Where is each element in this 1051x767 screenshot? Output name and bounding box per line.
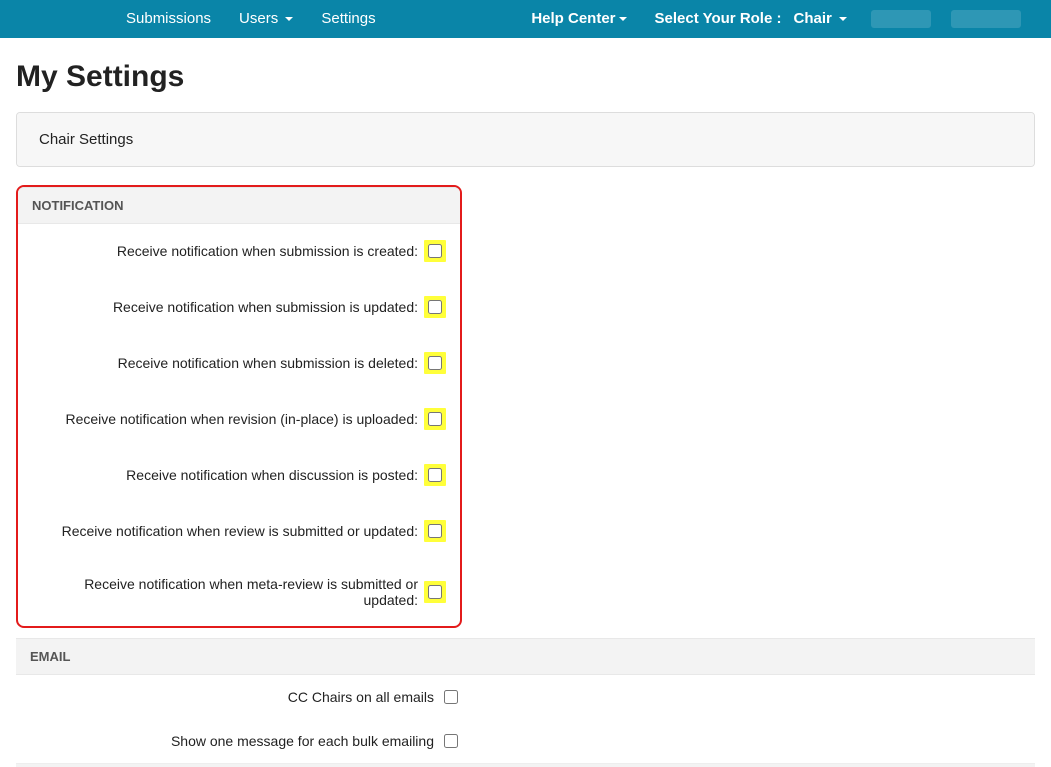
checkbox-wrap — [424, 240, 446, 262]
nav-context-1[interactable] — [871, 10, 931, 28]
notification-checkbox-created[interactable] — [428, 244, 442, 258]
notification-row-review: Receive notification when review is subm… — [18, 504, 460, 560]
page-title: My Settings — [16, 60, 1035, 94]
email-checkbox-bulk-message[interactable] — [444, 734, 458, 748]
notification-row-deleted: Receive notification when submission is … — [18, 336, 460, 392]
notification-checkbox-review[interactable] — [428, 524, 442, 538]
chevron-down-icon — [285, 17, 293, 21]
checkbox-wrap — [444, 690, 458, 704]
notification-checkbox-discussion[interactable] — [428, 468, 442, 482]
role-label: Select Your Role : — [641, 0, 788, 38]
checkbox-wrap — [424, 581, 446, 603]
notification-label-created: Receive notification when submission is … — [117, 243, 418, 259]
notification-checkbox-meta-review[interactable] — [428, 585, 442, 599]
notification-label-meta-review: Receive notification when meta-review is… — [32, 576, 418, 608]
notification-checkbox-revision[interactable] — [428, 412, 442, 426]
nav-submissions[interactable]: Submissions — [112, 0, 225, 38]
notification-row-created: Receive notification when submission is … — [18, 224, 460, 280]
notification-label-review: Receive notification when review is subm… — [62, 523, 418, 539]
notification-section: NOTIFICATION Receive notification when s… — [16, 185, 462, 628]
role-label-text: Select Your Role : — [655, 10, 782, 27]
email-header: EMAIL — [16, 638, 1035, 675]
navbar-right: Help Center Select Your Role : Chair — [517, 0, 1051, 38]
chevron-down-icon — [839, 17, 847, 21]
role-value: Chair — [793, 10, 831, 27]
nav-users-label: Users — [239, 10, 278, 27]
notification-row-revision: Receive notification when revision (in-p… — [18, 392, 460, 448]
notification-row-meta-review: Receive notification when meta-review is… — [18, 560, 460, 626]
checkbox-wrap — [424, 520, 446, 542]
nav-submissions-label: Submissions — [126, 10, 211, 27]
section-divider — [16, 763, 1035, 767]
navbar-left: Submissions Users Settings — [0, 0, 390, 38]
role-dropdown[interactable]: Chair — [787, 0, 861, 38]
notification-checkbox-updated[interactable] — [428, 300, 442, 314]
chair-settings-panel-title: Chair Settings — [17, 113, 1034, 166]
chair-settings-panel: Chair Settings — [16, 112, 1035, 167]
notification-label-revision: Receive notification when revision (in-p… — [65, 411, 418, 427]
notification-header: NOTIFICATION — [18, 187, 460, 224]
navbar: Submissions Users Settings Help Center S… — [0, 0, 1051, 38]
nav-help-label: Help Center — [531, 10, 615, 27]
chevron-down-icon — [619, 17, 627, 21]
notification-label-updated: Receive notification when submission is … — [113, 299, 418, 315]
notification-row-updated: Receive notification when submission is … — [18, 280, 460, 336]
checkbox-wrap — [424, 352, 446, 374]
nav-help-center[interactable]: Help Center — [517, 0, 640, 38]
notification-row-discussion: Receive notification when discussion is … — [18, 448, 460, 504]
checkbox-wrap — [424, 464, 446, 486]
notification-checkbox-deleted[interactable] — [428, 356, 442, 370]
email-section: EMAIL CC Chairs on all emails Show one m… — [16, 638, 1035, 763]
notification-label-deleted: Receive notification when submission is … — [118, 355, 418, 371]
checkbox-wrap — [424, 296, 446, 318]
nav-settings-label: Settings — [321, 10, 375, 27]
nav-context-2[interactable] — [951, 10, 1021, 28]
email-checkbox-cc-chairs[interactable] — [444, 690, 458, 704]
checkbox-wrap — [444, 734, 458, 748]
email-row-bulk-message: Show one message for each bulk emailing — [16, 719, 1035, 763]
notification-label-discussion: Receive notification when discussion is … — [126, 467, 418, 483]
email-label-cc-chairs: CC Chairs on all emails — [30, 689, 434, 705]
email-row-cc-chairs: CC Chairs on all emails — [16, 675, 1035, 719]
nav-users[interactable]: Users — [225, 0, 307, 38]
nav-settings[interactable]: Settings — [307, 0, 389, 38]
page-container: My Settings Chair Settings NOTIFICATION … — [0, 38, 1051, 767]
checkbox-wrap — [424, 408, 446, 430]
email-label-bulk-message: Show one message for each bulk emailing — [30, 733, 434, 749]
